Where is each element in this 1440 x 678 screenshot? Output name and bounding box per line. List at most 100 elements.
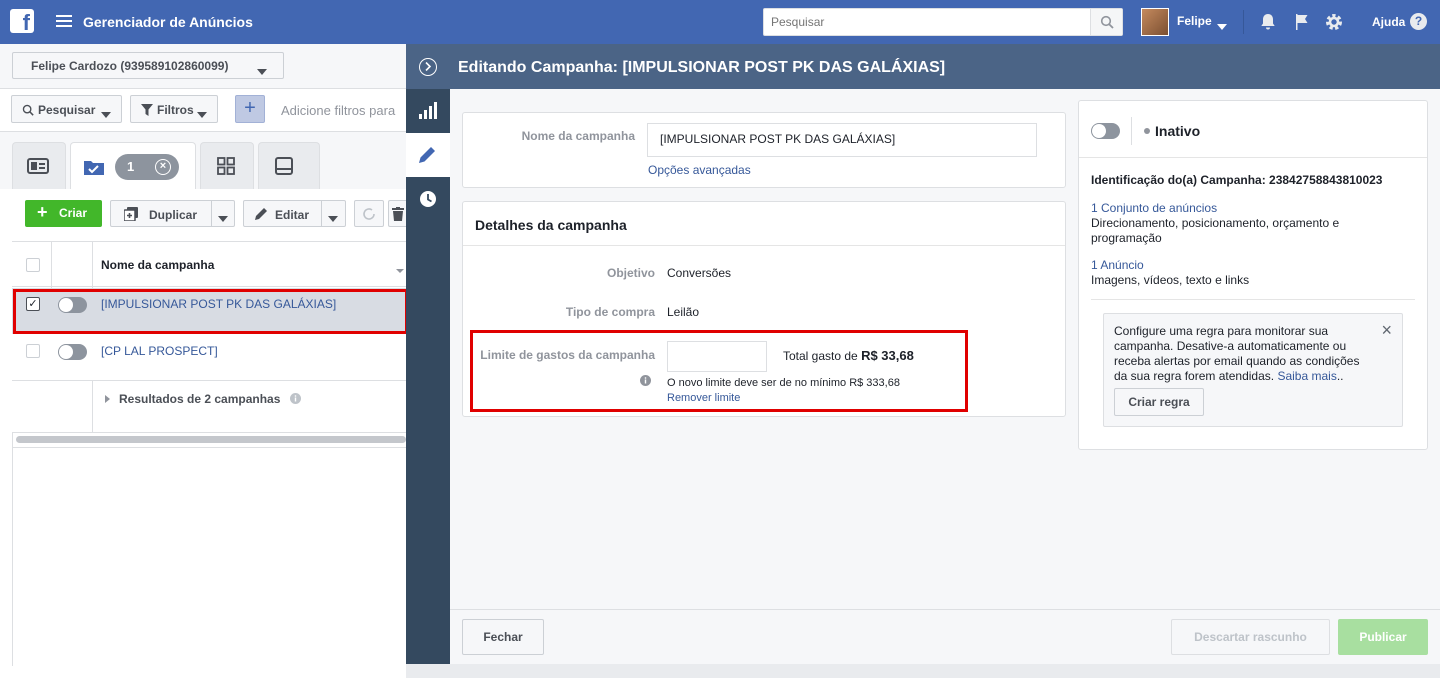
- avatar[interactable]: [1141, 8, 1169, 36]
- drawer-header: Editando Campanha: [IMPULSIONAR POST PK …: [406, 44, 1440, 89]
- table-row[interactable]: [CP LAL PROSPECT]: [12, 334, 406, 380]
- learn-more-link[interactable]: Saiba mais: [1277, 369, 1336, 383]
- sort-icon[interactable]: [396, 262, 404, 276]
- select-all-checkbox[interactable]: [26, 258, 40, 272]
- discard-draft-button[interactable]: Descartar rascunho: [1171, 619, 1330, 655]
- pencil-icon: [255, 208, 267, 220]
- horizontal-scrollbar[interactable]: [16, 436, 406, 443]
- drawer-footer: Fechar Descartar rascunho Publicar: [450, 609, 1440, 664]
- close-icon[interactable]: ×: [1381, 320, 1392, 341]
- remove-limit-link[interactable]: Remover limite: [667, 392, 740, 404]
- drawer-title: Editando Campanha: [IMPULSIONAR POST PK …: [458, 59, 946, 76]
- publish-button[interactable]: Publicar: [1338, 619, 1428, 655]
- help-label[interactable]: Ajuda: [1372, 15, 1405, 29]
- filter-row: Pesquisar Filtros + Adicione filtros par…: [0, 89, 406, 132]
- tab-campaigns[interactable]: 1 ×: [70, 142, 196, 190]
- info-icon[interactable]: [640, 375, 651, 386]
- table-row[interactable]: ✓ [IMPULSIONAR POST PK DAS GALÁXIAS]: [12, 288, 406, 334]
- refresh-icon: [363, 208, 375, 220]
- campaign-name-link[interactable]: [CP LAL PROSPECT]: [101, 344, 218, 358]
- trash-icon: [392, 207, 404, 221]
- total-spent-value: R$ 33,68: [861, 348, 914, 363]
- clock-icon: [420, 191, 436, 207]
- tab-ad-sets[interactable]: [200, 142, 254, 189]
- collapse-drawer-icon[interactable]: [419, 58, 437, 76]
- create-button[interactable]: + Criar: [25, 200, 102, 227]
- search-filter-button[interactable]: Pesquisar: [11, 95, 122, 123]
- spend-limit-input[interactable]: [667, 341, 767, 372]
- advanced-options-link[interactable]: Opções avançadas: [648, 163, 751, 177]
- row-checkbox[interactable]: [26, 344, 40, 358]
- gear-icon[interactable]: [1324, 12, 1344, 32]
- selection-count-pill[interactable]: 1 ×: [115, 154, 179, 180]
- rule-suggestion-text: Configure uma regra para monitorar sua c…: [1114, 324, 1374, 384]
- tab-account-overview[interactable]: [12, 142, 66, 189]
- refresh-button[interactable]: [354, 200, 384, 227]
- app-title[interactable]: Gerenciador de Anúncios: [83, 14, 253, 30]
- edit-label: Editar: [275, 208, 310, 222]
- duplicate-icon: [124, 207, 138, 221]
- hamburger-menu-icon[interactable]: [56, 15, 72, 27]
- search-icon: [1100, 15, 1114, 29]
- flag-icon[interactable]: [1292, 12, 1312, 32]
- add-filter-button[interactable]: +: [235, 95, 265, 123]
- search-filter-label: Pesquisar: [38, 103, 96, 117]
- ad-link[interactable]: 1 Anúncio: [1091, 258, 1144, 272]
- clear-selection-icon[interactable]: ×: [155, 159, 171, 175]
- column-header-campaign-name[interactable]: Nome da campanha: [101, 258, 214, 272]
- grid-icon: [217, 157, 235, 175]
- rule-trailing: ..: [1336, 369, 1344, 383]
- objective-label: Objetivo: [606, 266, 655, 280]
- results-summary: Resultados de 2 campanhas: [119, 392, 281, 406]
- rail-item-insights[interactable]: [406, 89, 450, 133]
- row-status-toggle[interactable]: [58, 297, 87, 313]
- chevron-down-icon[interactable]: [328, 211, 338, 225]
- info-icon[interactable]: [290, 393, 301, 404]
- row-status-toggle[interactable]: [58, 344, 87, 360]
- selection-count: 1: [127, 159, 135, 174]
- filters-button[interactable]: Filtros: [130, 95, 218, 123]
- global-search-input[interactable]: [764, 9, 1089, 35]
- chevron-down-icon: [257, 64, 267, 78]
- plus-icon: +: [37, 202, 48, 222]
- table-header: Nome da campanha: [12, 241, 406, 432]
- account-area: Felipe Cardozo (939589102860099): [0, 44, 406, 89]
- divider: [1131, 117, 1132, 145]
- adset-link[interactable]: 1 Conjunto de anúncios: [1091, 201, 1217, 215]
- campaign-toolbar: + Criar Duplicar Editar: [0, 189, 406, 240]
- level-tabs: 1 ×: [0, 132, 406, 190]
- rail-item-edit[interactable]: [406, 133, 450, 177]
- campaign-id: Identificação do(a) Campanha: 2384275884…: [1091, 173, 1383, 187]
- row-checkbox[interactable]: ✓: [26, 297, 40, 311]
- bell-icon[interactable]: [1258, 12, 1278, 32]
- status-dot: [1144, 128, 1150, 134]
- delete-button[interactable]: [388, 200, 406, 227]
- divider: [12, 432, 406, 433]
- campaign-name-input[interactable]: [IMPULSIONAR POST PK DAS GALÁXIAS]: [647, 123, 1037, 157]
- folder-check-icon: [84, 161, 104, 175]
- caret-right-icon[interactable]: [105, 395, 110, 403]
- chevron-down-icon[interactable]: [1217, 19, 1227, 33]
- duplicate-button[interactable]: Duplicar: [110, 200, 235, 227]
- create-rule-button[interactable]: Criar regra: [1114, 388, 1204, 416]
- account-selector[interactable]: Felipe Cardozo (939589102860099): [12, 52, 284, 79]
- campaign-name-card: Nome da campanha [IMPULSIONAR POST PK DA…: [462, 112, 1066, 188]
- help-icon[interactable]: ?: [1410, 13, 1427, 30]
- tab-ads[interactable]: [258, 142, 320, 189]
- rule-suggestion-box: Configure uma regra para monitorar sua c…: [1103, 313, 1403, 427]
- facebook-logo-icon[interactable]: f: [10, 9, 34, 33]
- campaign-info-panel: Inativo Identificação do(a) Campanha: 23…: [1078, 100, 1428, 450]
- divider: [1079, 157, 1427, 158]
- divider: [1091, 299, 1415, 300]
- campaign-status-toggle[interactable]: [1091, 123, 1120, 139]
- pencil-icon: [419, 147, 435, 163]
- rail-item-history[interactable]: [406, 177, 450, 221]
- edit-button[interactable]: Editar: [243, 200, 346, 227]
- divider: [51, 242, 52, 288]
- global-search: [763, 8, 1123, 36]
- chevron-down-icon[interactable]: [218, 211, 228, 225]
- search-button[interactable]: [1090, 9, 1122, 35]
- campaign-name-link[interactable]: [IMPULSIONAR POST PK DAS GALÁXIAS]: [101, 297, 336, 311]
- close-button[interactable]: Fechar: [462, 619, 544, 655]
- user-name[interactable]: Felipe: [1177, 14, 1212, 28]
